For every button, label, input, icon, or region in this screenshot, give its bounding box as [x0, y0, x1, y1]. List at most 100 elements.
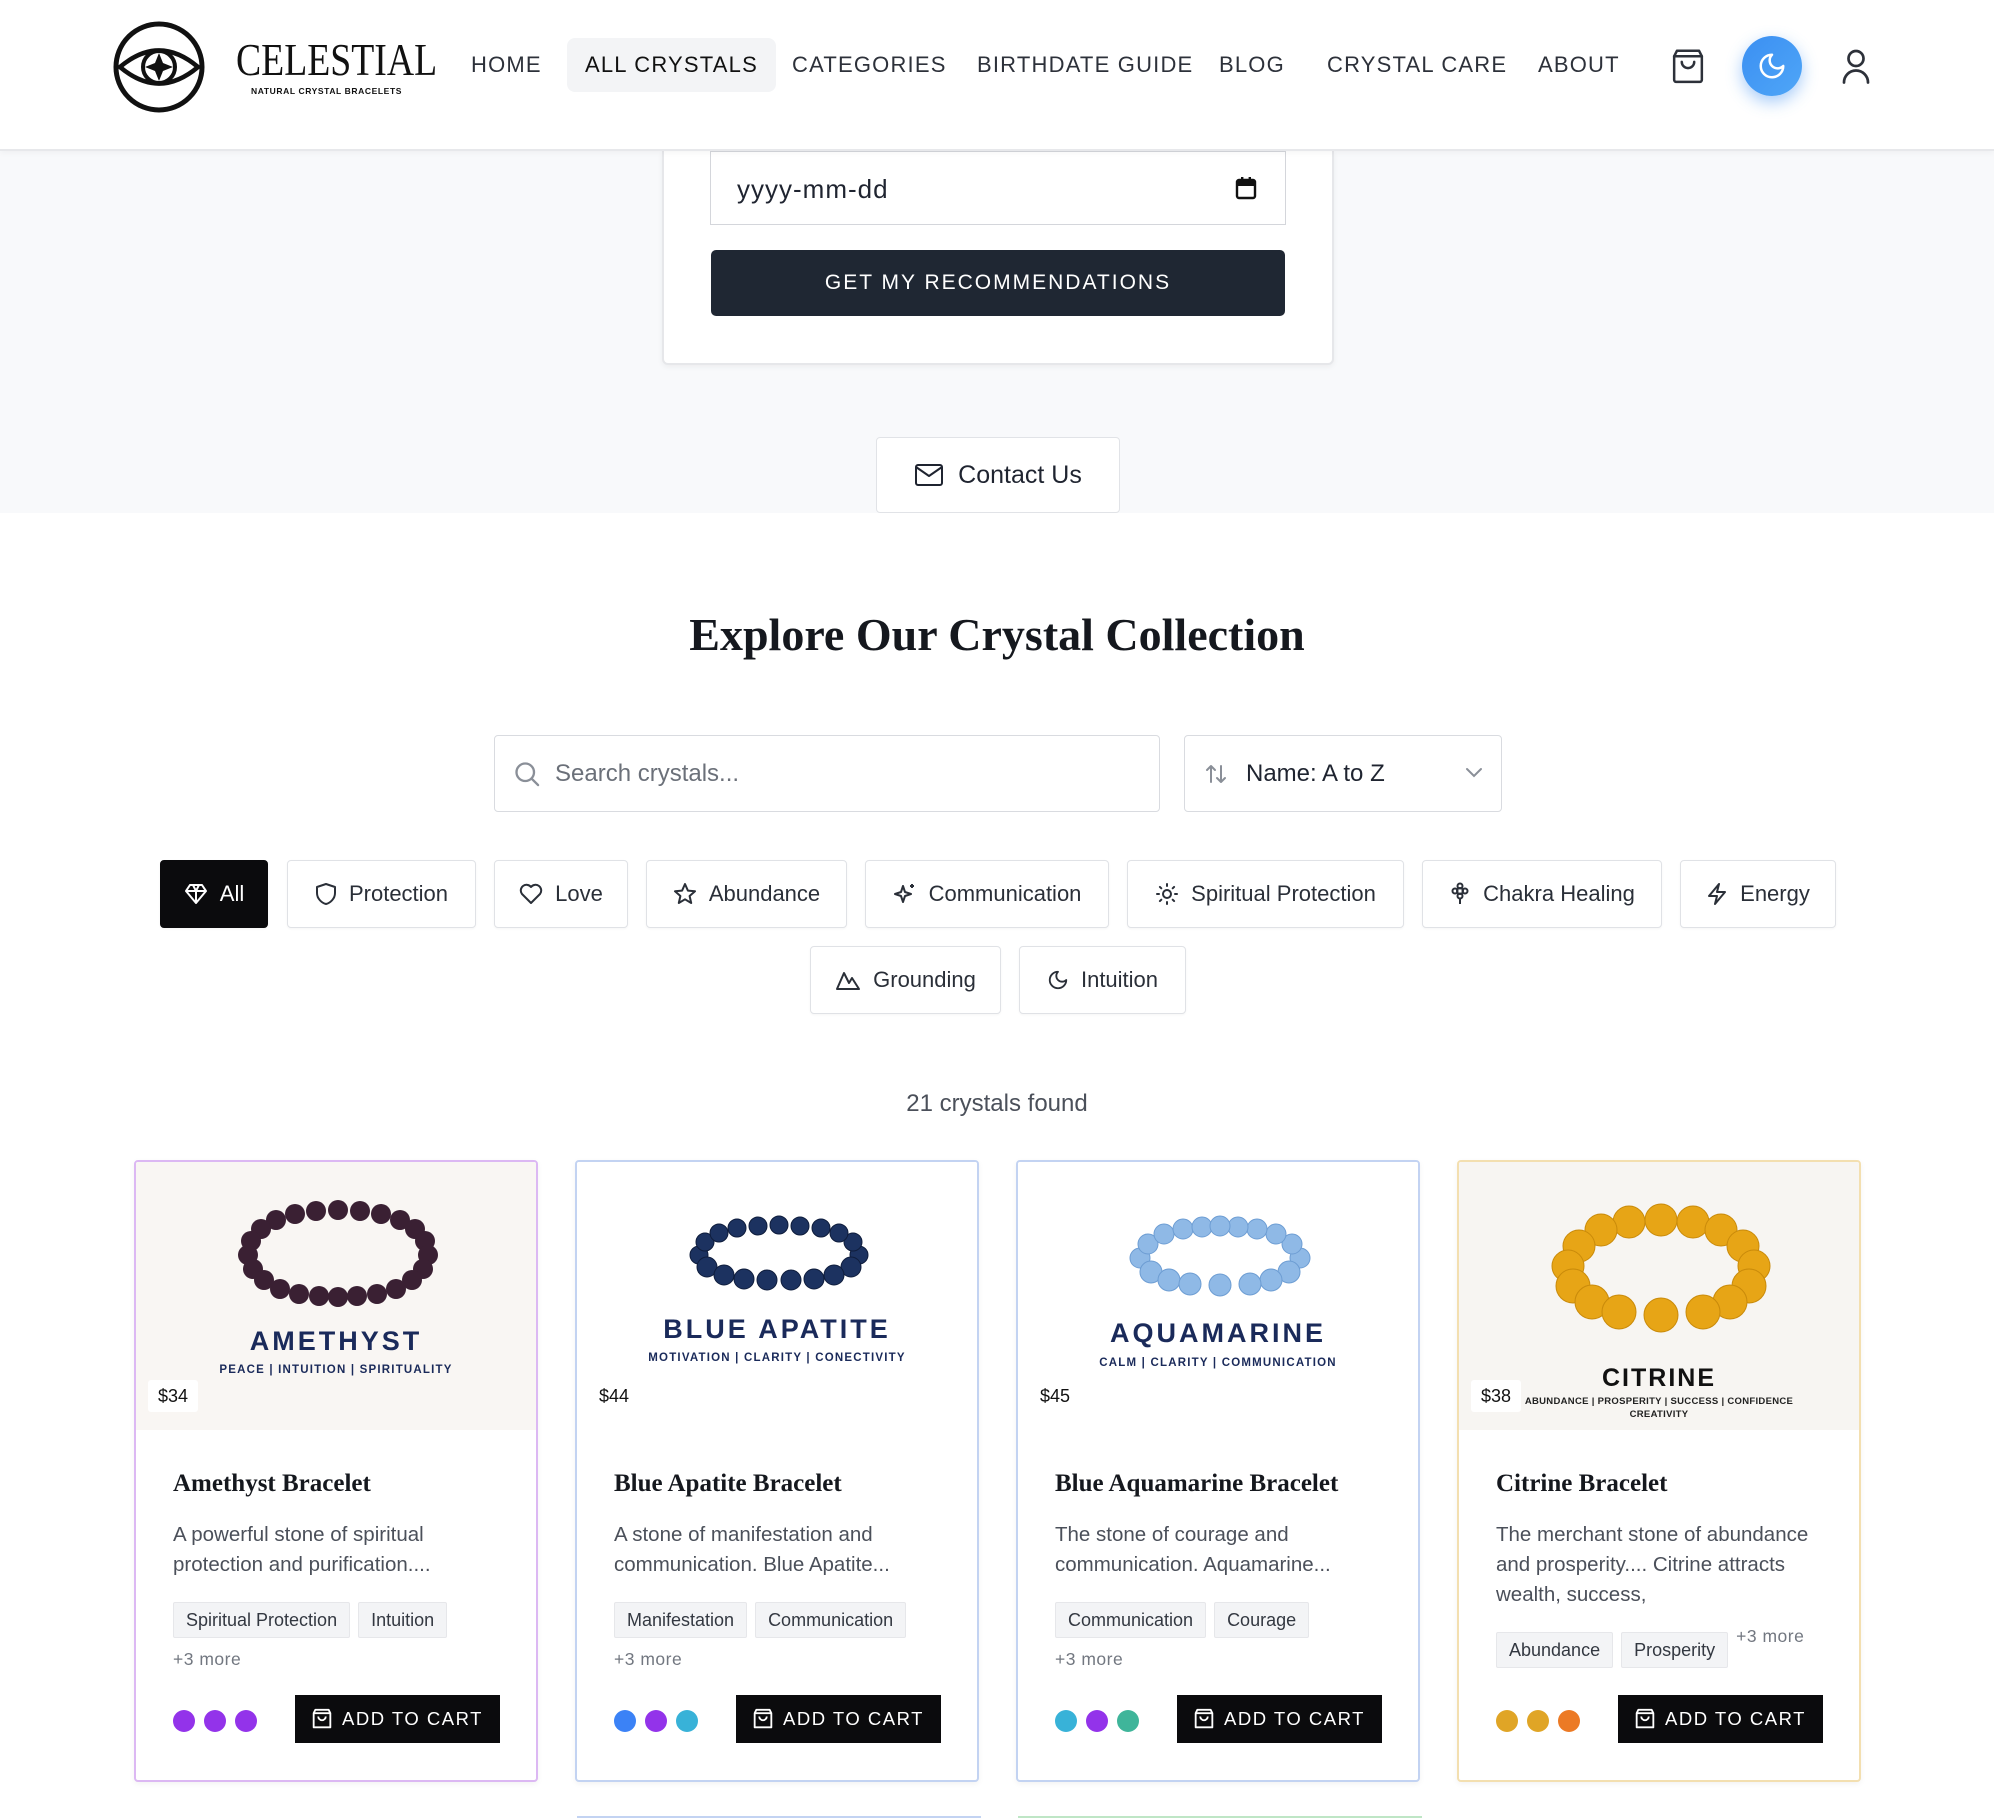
nav-categories[interactable]: CATEGORIES — [792, 38, 947, 92]
tag: Communication — [1055, 1602, 1207, 1638]
nav-birthdate-guide[interactable]: BIRTHDATE GUIDE — [977, 38, 1193, 92]
get-recommendations-button[interactable]: GET MY RECOMMENDATIONS — [711, 250, 1285, 316]
color-swatches — [1055, 1710, 1139, 1732]
color-dot — [676, 1710, 698, 1732]
sort-select[interactable]: Name: A to Z — [1184, 735, 1502, 812]
product-tags: Abundance Prosperity +3 more — [1496, 1626, 1804, 1668]
product-description: A powerful stone of spiritual protection… — [173, 1523, 431, 1576]
color-dot — [1117, 1710, 1139, 1732]
image-brand-subtitle: PEACE | INTUITION | SPIRITUALITY — [219, 1364, 453, 1376]
product-image[interactable]: BLUE APATITE MOTIVATION | CLARITY | CONE… — [577, 1162, 977, 1430]
nav-about[interactable]: ABOUT — [1538, 38, 1620, 92]
user-icon — [1842, 49, 1870, 84]
contact-us-button[interactable]: Contact Us — [876, 437, 1120, 513]
filter-label: Grounding — [873, 967, 976, 992]
color-swatches — [173, 1710, 257, 1732]
filter-chip-intuition[interactable]: Intuition — [1019, 946, 1186, 1014]
add-to-cart-button[interactable]: ADD TO CART — [295, 1695, 500, 1743]
product-image[interactable]: AMETHYST PEACE | INTUITION | SPIRITUALIT… — [136, 1162, 536, 1430]
filter-label: Chakra Healing — [1483, 881, 1635, 906]
color-dot — [1558, 1710, 1580, 1732]
shopping-bag-icon — [1672, 49, 1704, 84]
shopping-bag-icon — [1635, 1708, 1655, 1729]
filter-chip-grounding[interactable]: Grounding — [810, 946, 1001, 1014]
filter-chip-protection[interactable]: Protection — [287, 860, 476, 928]
product-name[interactable]: Citrine Bracelet — [1496, 1470, 1667, 1498]
brand-name: CELESTIAL — [236, 34, 438, 85]
product-card[interactable]: BLUE APATITE MOTIVATION | CLARITY | CONE… — [575, 1160, 979, 1782]
product-description: The merchant stone of abundance and pros… — [1496, 1523, 1809, 1606]
filter-label: Protection — [348, 881, 449, 906]
product-card[interactable]: AMETHYST PEACE | INTUITION | SPIRITUALIT… — [134, 1160, 538, 1782]
product-tags: Manifestation Communication — [614, 1602, 907, 1638]
product-description: The stone of courage and communication. … — [1055, 1523, 1331, 1576]
filter-chip-chakra-healing[interactable]: Chakra Healing — [1422, 860, 1662, 928]
shopping-bag-icon — [312, 1708, 332, 1729]
brand-wordmark[interactable]: CELESTIAL NATURAL CRYSTAL BRACELETS — [236, 34, 481, 97]
cart-button[interactable] — [1668, 46, 1708, 86]
filter-chip-all[interactable]: All — [160, 860, 268, 928]
color-dot — [1086, 1710, 1108, 1732]
filter-chip-love[interactable]: Love — [494, 860, 628, 928]
product-name[interactable]: Blue Apatite Bracelet — [614, 1470, 842, 1498]
sun-icon — [1156, 883, 1179, 905]
collection-title: Explore Our Crystal Collection — [689, 609, 1305, 660]
bolt-icon — [1708, 883, 1727, 905]
filter-chip-spiritual-protection[interactable]: Spiritual Protection — [1127, 860, 1404, 928]
heart-icon — [519, 883, 543, 904]
nav-home[interactable]: HOME — [471, 38, 542, 92]
site-header: CELESTIAL NATURAL CRYSTAL BRACELETS HOME… — [0, 0, 1994, 151]
moon-icon — [1759, 53, 1785, 79]
color-dot — [1527, 1710, 1549, 1732]
add-to-cart-button[interactable]: ADD TO CART — [1618, 1695, 1823, 1743]
filter-label: Spiritual Protection — [1191, 881, 1376, 906]
product-name[interactable]: Blue Aquamarine Bracelet — [1055, 1470, 1338, 1498]
color-swatches — [1496, 1710, 1580, 1732]
mountain-icon — [836, 972, 861, 990]
tag: Spiritual Protection — [173, 1602, 351, 1638]
chevron-down-icon — [1466, 768, 1482, 778]
results-count: 21 crystals found — [906, 1090, 1088, 1117]
more-tags: +3 more — [173, 1649, 242, 1669]
filter-chip-energy[interactable]: Energy — [1680, 860, 1836, 928]
search-box[interactable] — [494, 735, 1160, 812]
more-tags: +3 more — [1055, 1649, 1124, 1669]
more-tags: +3 more — [614, 1649, 683, 1669]
color-dot — [645, 1710, 667, 1732]
price-tag: $45 — [1030, 1380, 1081, 1412]
add-to-cart-label: ADD TO CART — [342, 1708, 483, 1729]
filter-label: Energy — [1740, 881, 1810, 906]
product-card[interactable]: CITRINE ABUNDANCE | PROSPERITY | SUCCESS… — [1457, 1160, 1861, 1782]
product-image[interactable]: CITRINE ABUNDANCE | PROSPERITY | SUCCESS… — [1459, 1162, 1859, 1430]
add-to-cart-button[interactable]: ADD TO CART — [736, 1695, 941, 1743]
tag: Prosperity — [1621, 1632, 1729, 1668]
filter-label: Love — [555, 881, 603, 906]
account-button[interactable] — [1838, 46, 1874, 86]
sparkles-icon — [893, 884, 914, 903]
nav-all-crystals[interactable]: ALL CRYSTALS — [567, 38, 776, 92]
filter-label: All — [219, 881, 245, 906]
nav-crystal-care[interactable]: CRYSTAL CARE — [1327, 38, 1507, 92]
price-tag: $34 — [148, 1380, 199, 1412]
product-image[interactable]: AQUAMARINE CALM | CLARITY | COMMUNICATIO… — [1018, 1162, 1418, 1430]
add-to-cart-button[interactable]: ADD TO CART — [1177, 1695, 1382, 1743]
nav-blog[interactable]: BLOG — [1219, 38, 1285, 92]
next-row-card-edge — [577, 1816, 981, 1820]
theme-toggle-button[interactable] — [1742, 36, 1802, 96]
shopping-bag-icon — [1194, 1708, 1214, 1729]
brand-logo-icon[interactable] — [112, 20, 206, 114]
product-name[interactable]: Amethyst Bracelet — [173, 1470, 371, 1498]
shield-icon — [315, 883, 336, 905]
image-brand-title: BLUE APATITE — [663, 1314, 891, 1344]
search-input[interactable] — [555, 752, 1135, 796]
filter-chip-communication[interactable]: Communication — [865, 860, 1109, 928]
color-dot — [614, 1710, 636, 1732]
product-card[interactable]: AQUAMARINE CALM | CLARITY | COMMUNICATIO… — [1016, 1160, 1420, 1782]
sort-arrows-icon — [1206, 765, 1226, 783]
filter-label: Abundance — [708, 881, 821, 906]
calendar-icon[interactable] — [1235, 176, 1257, 200]
filter-chip-abundance[interactable]: Abundance — [646, 860, 847, 928]
color-swatches — [614, 1710, 698, 1732]
product-description: A stone of manifestation and communicati… — [614, 1523, 890, 1576]
birthdate-input[interactable]: yyyy-mm-dd — [710, 151, 1286, 225]
